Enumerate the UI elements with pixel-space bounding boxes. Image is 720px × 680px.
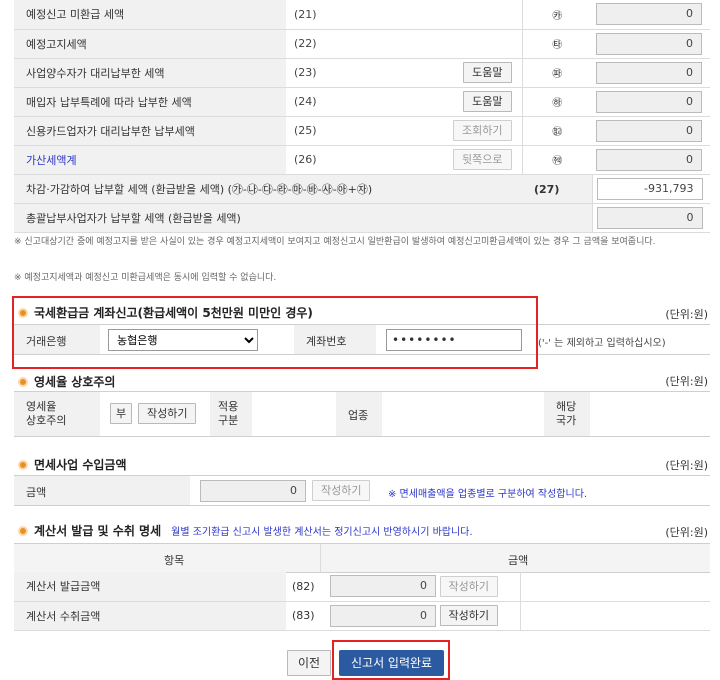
tax-row: 매입자 납부특례에 따라 납부한 세액 (24) 도움말 ㉻ 0: [14, 87, 710, 117]
row-value-input[interactable]: 0: [596, 32, 702, 55]
orange-bullet-icon: [18, 459, 28, 470]
row-label[interactable]: 가산세액계: [14, 145, 286, 175]
exempt-amount-input[interactable]: 0: [200, 480, 306, 502]
exempt-row: 금액 0 작성하기 ※ 면세매출액을 업종별로 구분하여 작성합니다.: [14, 475, 710, 506]
row-label: 매입자 납부특례에 따라 납부한 세액: [14, 87, 286, 117]
row-action-button[interactable]: 도움말: [463, 62, 512, 83]
row-circle-number: ㉻: [522, 87, 592, 117]
row-value-input[interactable]: 0: [596, 90, 702, 113]
zero-rate-row: 영세율 상호주의 부 작성하기 적용 구분 업종 해당 국가: [14, 391, 710, 437]
country-label: 해당 국가: [556, 400, 577, 427]
zero-rate-answer[interactable]: 부: [110, 403, 133, 424]
invoice-header-row: 항목 금액: [14, 543, 710, 573]
row-label: 신용카드업자가 대리납부한 납부세액: [14, 116, 286, 146]
orange-bullet-icon: [18, 376, 28, 387]
tax-row: 사업양수자가 대리납부한 세액 (23) 도움말 ㉺ 0: [14, 58, 710, 88]
exempt-section-title: 면세사업 수입금액: [18, 456, 127, 473]
row-code: (26): [286, 145, 356, 175]
invoice-table: 계산서 발급금액 (82) 0 작성하기 계산서 수취금액 (83) 0 작성하기: [14, 572, 710, 631]
orange-bullet-icon: [18, 525, 28, 536]
invoice-col-amount: 금액: [508, 554, 529, 567]
notice-text-1: ※ 신고대상기간 중에 예정고지를 받은 사실이 있는 경우 예정고지세액이 보…: [14, 237, 656, 247]
group-row: 총괄납부사업자가 납부할 세액 (환급받을 세액) 0: [14, 203, 710, 233]
row-code: (23): [286, 58, 356, 88]
invoice-row-code: (83): [286, 601, 330, 631]
exempt-write-button[interactable]: 작성하기: [312, 480, 371, 501]
group-label: 총괄납부사업자가 납부할 세액 (환급받을 세액): [14, 203, 593, 233]
row-code: (22): [286, 29, 356, 59]
row-value-input[interactable]: 0: [596, 119, 702, 142]
row-code: (25): [286, 116, 356, 146]
tax-summary-table: 예정신고 미환급 세액 (21) ㉸ 0 예정고지세액 (22) ㉹ 0 사업양수자가 대리납부…: [14, 0, 710, 233]
row-circle-number: ㉽: [522, 145, 592, 175]
apply-type-label: 적용 구분: [218, 400, 239, 427]
invoice-write-button[interactable]: 작성하기: [439, 575, 498, 597]
exempt-unit: (단위:원): [665, 459, 708, 472]
group-value-input[interactable]: 0: [596, 206, 703, 229]
row-circle-number: ㉺: [522, 58, 592, 88]
invoice-row-code: (82): [286, 572, 330, 602]
industry-label: 업종: [348, 409, 369, 422]
invoice-unit: (단위:원): [665, 526, 708, 539]
total-code: (27): [534, 182, 560, 196]
invoice-notice: 월별 조기환급 신고시 발생한 계산서는 정기신고시 반영하시기 바랍니다.: [171, 527, 473, 538]
row-code: (21): [286, 0, 356, 30]
invoice-section-title: 계산서 발급 및 수취 명세 월별 조기환급 신고시 발생한 계산서는 정기신고…: [18, 522, 473, 539]
highlight-refund-box: [12, 296, 538, 369]
invoice-row: 계산서 수취금액 (83) 0 작성하기: [14, 601, 710, 631]
invoice-col-item: 항목: [164, 554, 185, 567]
notice-text-2: ※ 예정고지세액과 예정신고 미환급세액은 동시에 입력할 수 없습니다.: [14, 273, 277, 283]
invoice-row: 계산서 발급금액 (82) 0 작성하기: [14, 572, 710, 602]
row-value-input[interactable]: 0: [596, 61, 702, 84]
account-hint: ('-' 는 제외하고 입력하십시오): [538, 338, 666, 349]
invoice-row-value[interactable]: 0: [330, 604, 436, 627]
total-label: 차감·가감하여 납부할 세액 (환급받을 세액) (㉮-㉯-㉰-㉱-㉲-㉳-㉴-…: [26, 182, 373, 196]
zero-rate-write-button[interactable]: 작성하기: [138, 403, 197, 424]
total-row: 차감·가감하여 납부할 세액 (환급받을 세액) (㉮-㉯-㉰-㉱-㉲-㉳-㉴-…: [14, 174, 710, 204]
zero-rate-section-title: 영세율 상호주의: [18, 373, 115, 390]
prev-button[interactable]: 이전: [287, 650, 332, 676]
tax-row: 예정신고 미환급 세액 (21) ㉸ 0: [14, 0, 710, 30]
zero-rate-label: 영세율 상호주의: [26, 400, 67, 427]
row-value-input[interactable]: 0: [596, 148, 702, 171]
row-label: 예정고지세액: [14, 29, 286, 59]
invoice-row-label: 계산서 발급금액: [14, 572, 286, 602]
tax-row: 신용카드업자가 대리납부한 납부세액 (25) 조회하기 ㉼ 0: [14, 116, 710, 146]
tax-row: 가산세액계 (26) 뒷쪽으로 ㉽ 0: [14, 145, 710, 175]
row-label: 예정신고 미환급 세액: [14, 0, 286, 30]
row-action-button[interactable]: 조회하기: [453, 120, 512, 141]
invoice-row-value[interactable]: 0: [330, 575, 436, 598]
exempt-note: ※ 면세매출액을 업종별로 구분하여 작성합니다.: [388, 489, 588, 500]
row-label: 사업양수자가 대리납부한 세액: [14, 58, 286, 88]
refund-unit: (단위:원): [665, 308, 708, 321]
row-circle-number: ㉸: [522, 0, 592, 30]
row-circle-number: ㉼: [522, 116, 592, 146]
total-value-input[interactable]: -931,793: [596, 177, 703, 200]
row-value-input[interactable]: 0: [596, 3, 702, 26]
exempt-amount-label: 금액: [26, 486, 47, 499]
invoice-row-label: 계산서 수취금액: [14, 601, 286, 631]
row-circle-number: ㉹: [522, 29, 592, 59]
highlight-submit-box: [332, 640, 450, 680]
invoice-write-button[interactable]: 작성하기: [439, 605, 498, 626]
tax-row: 예정고지세액 (22) ㉹ 0: [14, 29, 710, 59]
row-code: (24): [286, 87, 356, 117]
row-action-button[interactable]: 도움말: [463, 91, 512, 112]
zero-rate-unit: (단위:원): [665, 375, 708, 388]
row-action-button[interactable]: 뒷쪽으로: [453, 149, 512, 170]
